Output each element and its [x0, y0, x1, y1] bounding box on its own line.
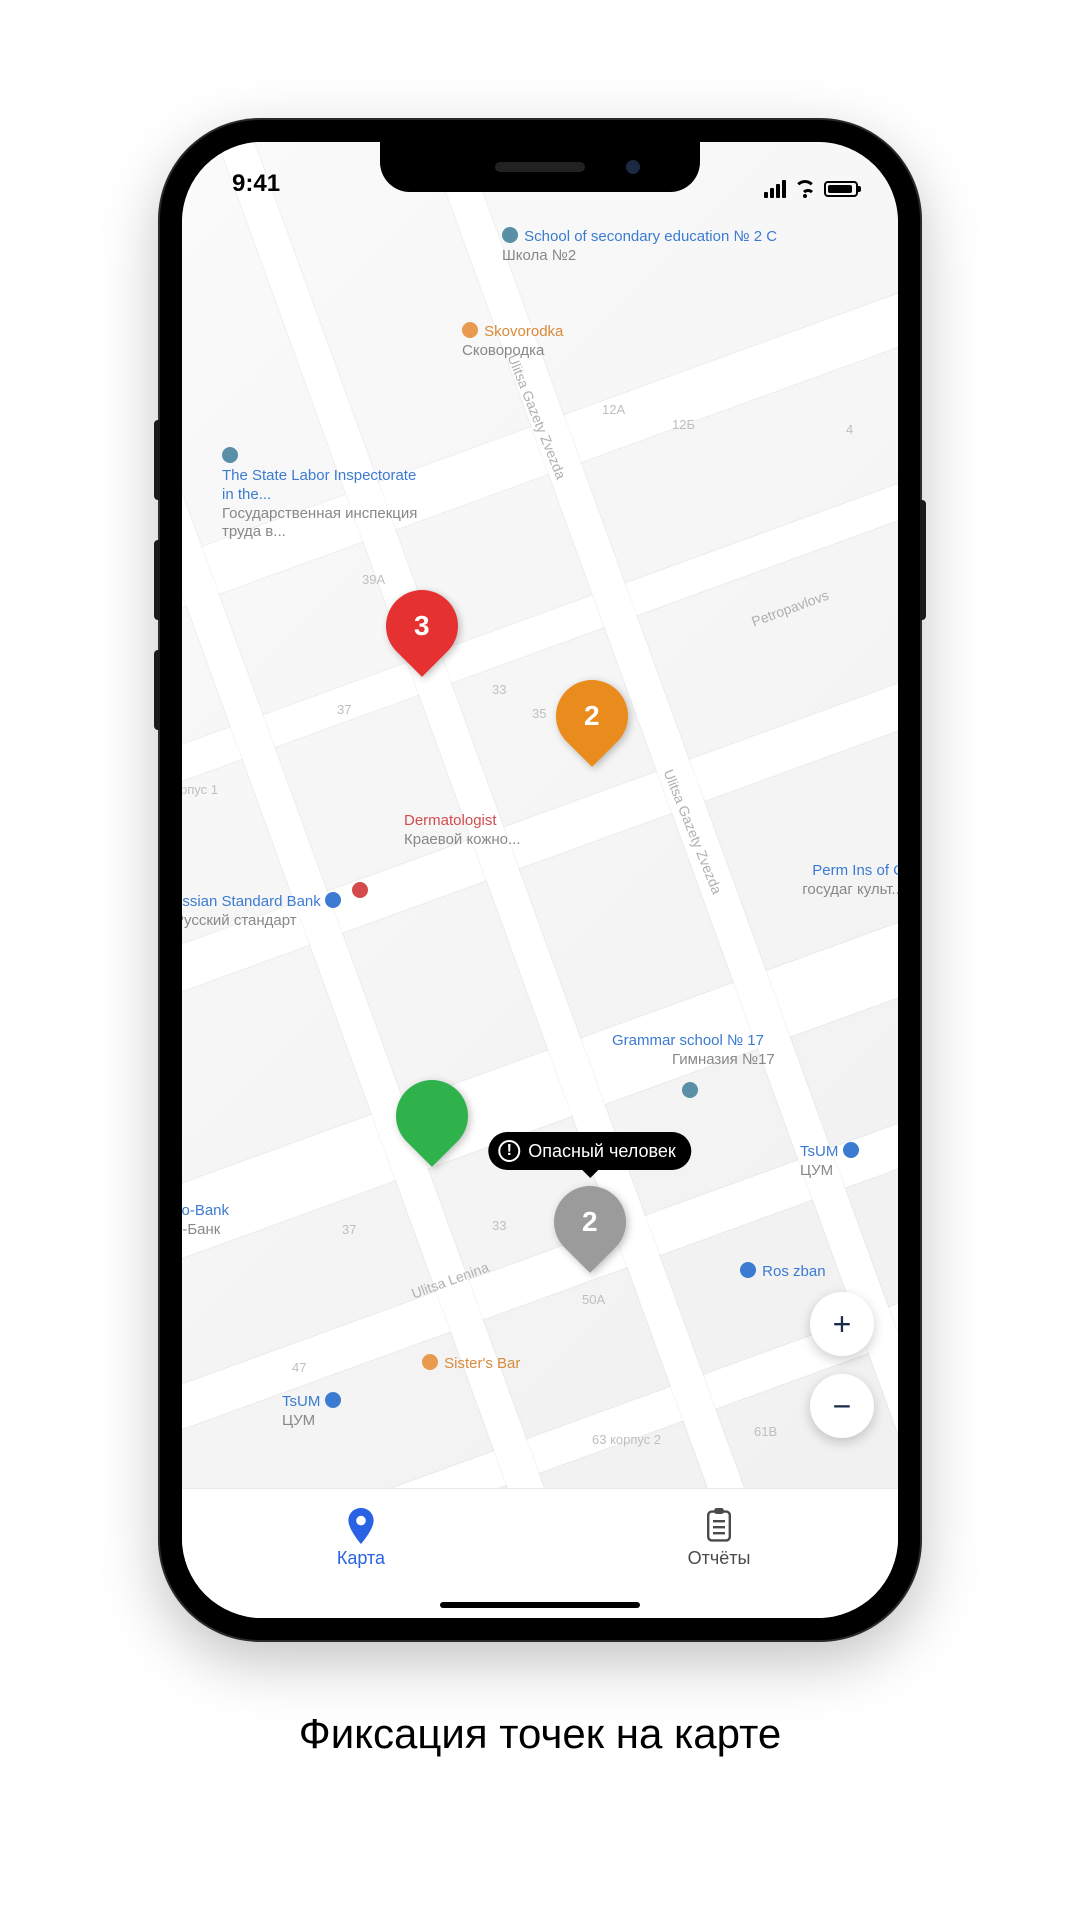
home-indicator[interactable]	[440, 1602, 640, 1608]
phone-frame: 9:41 Ulitsa Gazety Zvezda Ulitsa Gazety …	[160, 120, 920, 1640]
map-view[interactable]: Ulitsa Gazety Zvezda Ulitsa Gazety Zvezd…	[182, 142, 898, 1618]
school-icon	[502, 227, 518, 243]
building-number: 12Б	[672, 417, 695, 432]
clipboard-icon	[704, 1508, 734, 1544]
poi-labor[interactable]: The State Labor Inspectorate in the... Г…	[222, 447, 422, 542]
building-number: 33	[492, 1218, 506, 1233]
battery-icon	[824, 181, 858, 197]
building-number: 4	[846, 422, 853, 437]
poi-grammar[interactable]: Grammar school № 17 Гимназия №17	[612, 1032, 775, 1070]
alert-icon: !	[498, 1140, 520, 1162]
pin-count: 3	[414, 610, 430, 642]
status-time: 9:41	[232, 170, 280, 198]
zoom-out-button[interactable]: −	[810, 1374, 874, 1438]
tooltip-label: Опасный человек	[528, 1141, 675, 1162]
tab-map[interactable]: Карта	[182, 1489, 540, 1588]
poi-dermatologist[interactable]: Dermatologist Краевой кожно...	[404, 812, 521, 850]
shop-icon	[325, 1392, 341, 1408]
tab-reports[interactable]: Отчёты	[540, 1489, 898, 1588]
street-label: Petropavlovs	[749, 587, 831, 630]
pin-tooltip[interactable]: ! Опасный человек	[488, 1132, 691, 1170]
building-number: 35	[532, 706, 546, 721]
bottom-nav: Карта Отчёты	[182, 1488, 898, 1618]
tab-label: Карта	[337, 1548, 385, 1569]
government-icon	[222, 447, 238, 463]
tab-label: Отчёты	[688, 1548, 751, 1569]
notch	[380, 142, 700, 192]
poi-tsum[interactable]: TsUM ЦУМ	[800, 1142, 861, 1181]
building-number: 39A	[362, 572, 385, 587]
building-number: 63 корпус 2	[592, 1432, 661, 1447]
poi-rsb[interactable]: ussian Standard Bank Русский стандарт	[182, 892, 343, 931]
building-number: 61В	[754, 1424, 777, 1439]
poi-perm-inst[interactable]: Perm Ins of C госудаг культ...	[802, 862, 898, 900]
poi-school[interactable]: School of secondary education № 2 С Школ…	[502, 227, 777, 266]
plus-icon: +	[833, 1306, 852, 1343]
building-number: 50A	[582, 1292, 605, 1307]
building-number: 47	[292, 1360, 306, 1375]
bar-icon	[422, 1354, 438, 1370]
bank-icon	[740, 1262, 756, 1278]
wifi-icon	[794, 180, 816, 198]
zoom-in-button[interactable]: +	[810, 1292, 874, 1356]
cellular-signal-icon	[764, 180, 786, 198]
map-pin-icon	[346, 1508, 376, 1544]
minus-icon: −	[833, 1388, 852, 1425]
caption: Фиксация точек на карте	[299, 1710, 781, 1758]
zoom-controls: + −	[810, 1292, 874, 1438]
shop-icon	[843, 1142, 859, 1158]
restaurant-icon	[462, 322, 478, 338]
poi-ros[interactable]: Ros zban	[740, 1262, 826, 1282]
health-icon[interactable]	[352, 882, 368, 898]
building-number: 33	[492, 682, 506, 697]
building-number: 12A	[602, 402, 625, 417]
pin-count: 2	[584, 700, 600, 732]
poi-kobank[interactable]: ko-Bank о-Банк	[182, 1202, 229, 1240]
poi-tsum[interactable]: TsUM ЦУМ	[282, 1392, 343, 1431]
bank-icon	[325, 892, 341, 908]
poi-skovorodka[interactable]: Skovorodka Сковородка	[462, 322, 563, 361]
building-number: 37	[342, 1222, 356, 1237]
pin-count: 2	[582, 1206, 598, 1238]
poi-sisters[interactable]: Sister's Bar	[422, 1354, 520, 1374]
building-number: рпус 1	[182, 782, 218, 797]
building-number: 37	[337, 702, 351, 717]
school-icon[interactable]	[682, 1082, 698, 1098]
screen: 9:41 Ulitsa Gazety Zvezda Ulitsa Gazety …	[182, 142, 898, 1618]
